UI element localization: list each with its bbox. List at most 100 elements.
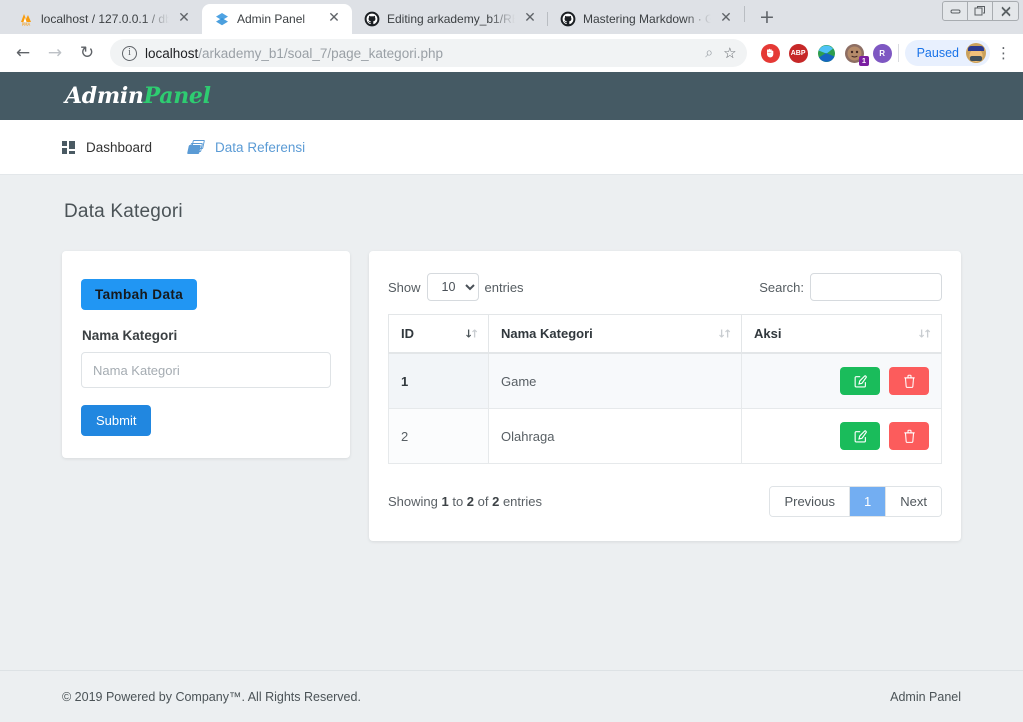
github-icon	[364, 11, 380, 27]
adblock-icon[interactable]	[760, 43, 780, 63]
close-icon[interactable]: ✕	[718, 11, 734, 27]
rainbow-icon[interactable]: R	[872, 43, 892, 63]
avatar	[966, 43, 986, 63]
datatable-footer: Showing 1 to 2 of 2 entries Previous 1 N…	[388, 486, 942, 517]
nama-kategori-label: Nama Kategori	[82, 328, 178, 343]
close-icon[interactable]: ✕	[176, 11, 192, 27]
layers-icon	[214, 11, 230, 27]
address-bar[interactable]: i localhost/arkademy_b1/soal_7/page_kate…	[110, 39, 747, 67]
nav-item-label: Data Referensi	[215, 139, 306, 155]
logo-admin-text: Admin	[65, 83, 144, 109]
tab-title: Editing arkademy_b1/README	[387, 12, 515, 26]
cell-aksi	[741, 408, 942, 464]
page-footer: © 2019 Powered by Company™. All Rights R…	[0, 670, 1023, 722]
tambah-data-button[interactable]: Tambah Data	[81, 279, 198, 310]
browser-tab-3[interactable]: Editing arkademy_b1/README ✕	[352, 4, 548, 34]
adblockplus-icon[interactable]: ABP	[788, 43, 808, 63]
search-label: Search:	[759, 279, 804, 295]
delete-button[interactable]	[889, 422, 929, 450]
edit-button[interactable]	[840, 367, 881, 395]
nav-item-data-referensi[interactable]: Data Referensi	[187, 139, 306, 155]
edit-button[interactable]	[840, 422, 881, 450]
column-header-nama-kategori[interactable]: Nama Kategori ↓ ↑	[488, 314, 742, 354]
cell-nama: Game	[488, 352, 742, 409]
datatable-info: Showing 1 to 2 of 2 entries	[388, 494, 542, 509]
trash-icon	[903, 429, 916, 443]
url-text: localhost/arkademy_b1/soal_7/page_katego…	[145, 46, 697, 61]
datatable-header: Show 10 25 50 100 entries Search:	[388, 273, 942, 301]
page-title: Data Kategori	[64, 201, 183, 222]
table-body: 1 Game 2 Olahraga	[388, 352, 942, 464]
close-icon[interactable]: ✕	[326, 11, 342, 27]
app-logo[interactable]: AdminPanel	[65, 83, 211, 109]
search-input[interactable]	[810, 273, 942, 301]
pagination-next[interactable]: Next	[886, 487, 941, 516]
column-header-id[interactable]: ID ↓ ↑	[388, 314, 489, 354]
svg-text:PMA: PMA	[22, 22, 31, 27]
cell-id: 1	[388, 352, 489, 409]
datatable-length-control: Show 10 25 50 100 entries	[388, 273, 524, 301]
close-icon[interactable]: ✕	[522, 11, 538, 27]
pagination-page-1[interactable]: 1	[850, 487, 887, 516]
reload-button[interactable]: ↻	[72, 38, 102, 68]
info-post: entries	[499, 494, 542, 509]
profile-label: Paused	[916, 46, 959, 60]
form-card: Tambah Data Nama Kategori Submit	[62, 251, 350, 458]
cell-aksi	[741, 352, 942, 409]
browser-menu-icon[interactable]: ⋮	[992, 46, 1015, 61]
window-controls	[942, 1, 1019, 21]
book-icon	[187, 140, 206, 154]
browser-tab-2[interactable]: Admin Panel ✕	[202, 4, 352, 34]
info-from: 1	[441, 494, 449, 509]
restore-button[interactable]	[968, 2, 993, 20]
pagination-previous[interactable]: Previous	[770, 487, 851, 516]
trash-icon	[903, 374, 916, 388]
table-head: ID ↓ ↑ Nama Kategori ↓ ↑ Aksi ↓ ↑	[388, 314, 942, 354]
tampermonkey-icon[interactable]: 1	[844, 43, 869, 66]
browser-tab-1[interactable]: PMA localhost / 127.0.0.1 / db_ark ✕	[6, 4, 202, 34]
info-pre: Showing	[388, 494, 442, 509]
column-label: ID	[401, 326, 414, 341]
back-button[interactable]: ←	[8, 38, 38, 68]
column-header-aksi[interactable]: Aksi ↓ ↑	[741, 314, 942, 354]
close-button[interactable]	[993, 2, 1018, 20]
bookmark-star-icon[interactable]: ☆	[723, 44, 736, 62]
page-content: AdminPanel Dashboard Data Referensi Data…	[0, 72, 1023, 722]
logo-panel-text: Panel	[143, 83, 211, 109]
zoom-icon[interactable]: ⌕	[705, 45, 713, 61]
forward-button[interactable]: →	[40, 38, 70, 68]
toolbar-divider	[897, 44, 899, 62]
app-header: AdminPanel	[0, 72, 1023, 120]
phpmyadmin-icon: PMA	[18, 11, 34, 27]
column-label: Nama Kategori	[501, 326, 593, 341]
table-row[interactable]: 2 Olahraga	[388, 408, 942, 464]
content-row: Tambah Data Nama Kategori Submit Show 10…	[62, 251, 961, 541]
column-label: Aksi	[754, 326, 782, 341]
nav-item-dashboard[interactable]: Dashboard	[62, 140, 152, 155]
minimize-button[interactable]	[943, 2, 968, 20]
new-tab-button[interactable]: +	[753, 4, 781, 32]
github-icon	[560, 11, 576, 27]
nav-item-label: Dashboard	[86, 139, 153, 155]
browser-window: PMA localhost / 127.0.0.1 / db_ark ✕ Adm…	[0, 0, 1023, 722]
tab-title: Admin Panel	[237, 12, 306, 26]
extension-icons: ABP 1 R	[755, 43, 892, 66]
content-area: Data Kategori Tambah Data Nama Kategori …	[0, 175, 1023, 541]
idm-icon[interactable]	[817, 44, 836, 63]
nama-kategori-input[interactable]	[81, 352, 331, 388]
table-row[interactable]: 1 Game	[388, 352, 942, 409]
cell-id: 2	[388, 408, 489, 464]
main-navbar: Dashboard Data Referensi	[0, 120, 1023, 175]
submit-button[interactable]: Submit	[81, 405, 152, 436]
kategori-table: ID ↓ ↑ Nama Kategori ↓ ↑ Aksi ↓ ↑ 1 Game…	[388, 314, 942, 464]
delete-button[interactable]	[889, 367, 929, 395]
extension-badge-count: 1	[859, 55, 869, 66]
show-label: Show	[388, 279, 421, 295]
page-length-select[interactable]: 10 25 50 100	[426, 273, 479, 301]
profile-button[interactable]: Paused	[904, 40, 990, 66]
browser-tab-4[interactable]: Mastering Markdown · GitHub ✕	[547, 4, 744, 34]
info-mid: to	[448, 494, 467, 509]
site-info-icon[interactable]: i	[122, 45, 137, 61]
url-path: /arkademy_b1/soal_7/page_kategori.php	[198, 45, 443, 61]
datatable-card: Show 10 25 50 100 entries Search:	[369, 251, 961, 541]
